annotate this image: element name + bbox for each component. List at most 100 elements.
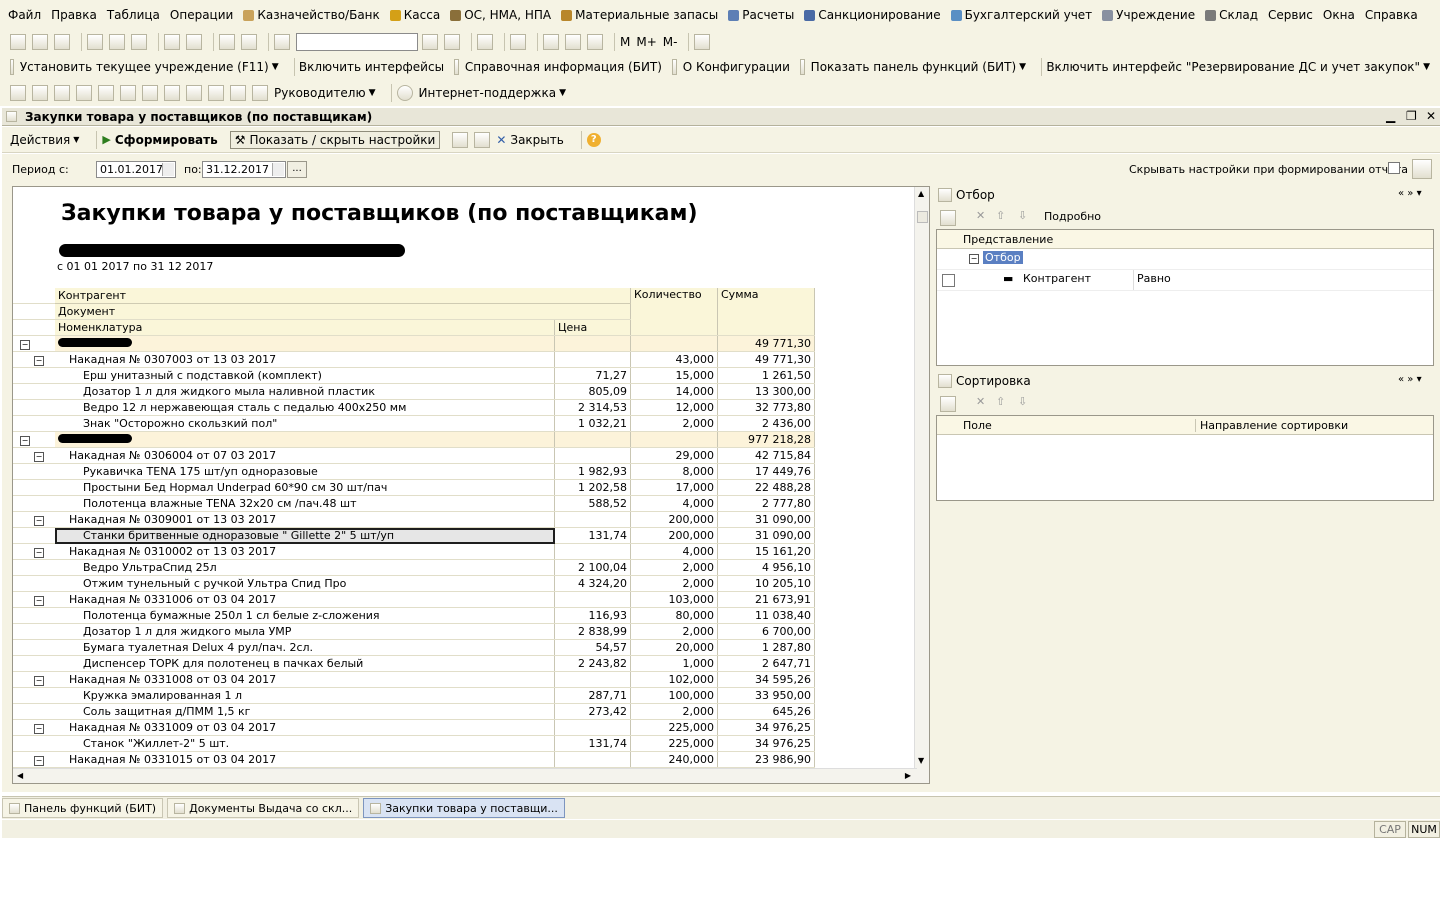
- cell-sum[interactable]: 11 038,40: [717, 607, 815, 624]
- cell-name[interactable]: Станок "Жиллет-2" 5 шт.: [55, 735, 555, 752]
- cell-sum[interactable]: 21 673,91: [717, 591, 815, 608]
- report-spreadsheet[interactable]: Закупки товара у поставщиков (по поставщ…: [12, 186, 930, 784]
- cell-name[interactable]: Рукавичка TENA 175 шт/уп одноразовые: [55, 463, 555, 480]
- cell-price[interactable]: 131,74: [554, 735, 631, 752]
- table-row[interactable]: Ерш унитазный с подставкой (комплект)71,…: [13, 784, 815, 785]
- table-row[interactable]: − 49 771,30: [13, 335, 815, 352]
- cell-sum[interactable]: 34 595,26: [717, 671, 815, 688]
- table-row[interactable]: Дозатор 1 л для жидкого мыла УМР 2 838,99…: [13, 623, 815, 640]
- cell-quantity[interactable]: 200,000: [630, 511, 718, 528]
- toggle-settings-button[interactable]: ⚒ Показать / скрыть настройки: [229, 130, 441, 149]
- cell-sum[interactable]: 4 956,10: [717, 559, 815, 576]
- cell-sum[interactable]: 2 436,00: [717, 415, 815, 432]
- cell-sum[interactable]: 977 218,28: [717, 431, 815, 448]
- move-down-icon[interactable]: ⇩: [1018, 395, 1027, 408]
- cell-sum[interactable]: 31 090,00: [717, 511, 815, 528]
- cell-quantity[interactable]: 2,000: [630, 623, 718, 640]
- cell-price[interactable]: 1 202,58: [554, 479, 631, 496]
- minimize-icon[interactable]: ▁: [1386, 109, 1395, 123]
- print-icon[interactable]: [164, 34, 180, 50]
- cell-price[interactable]: [554, 335, 631, 352]
- cell-sum[interactable]: 49 771,30: [717, 351, 815, 368]
- cell-quantity[interactable]: 100,000: [630, 687, 718, 704]
- report-icon[interactable]: [98, 85, 114, 101]
- preview-icon[interactable]: [186, 34, 202, 50]
- help-icon[interactable]: ?: [586, 132, 601, 147]
- cell-sum[interactable]: 31 090,00: [717, 527, 815, 544]
- print-icon[interactable]: [452, 131, 469, 148]
- cell-sum[interactable]: 6 700,00: [717, 623, 815, 640]
- report-icon[interactable]: [208, 85, 224, 101]
- cell-quantity[interactable]: 17,000: [630, 479, 718, 496]
- cell-quantity[interactable]: [630, 335, 718, 352]
- report-icon[interactable]: [120, 85, 136, 101]
- cell-quantity[interactable]: 2,000: [630, 703, 718, 720]
- cell-quantity[interactable]: 8,000: [630, 463, 718, 480]
- menu-item-7[interactable]: Материальные запасы: [561, 8, 718, 22]
- cell-name[interactable]: Ерш унитазный с подставкой (комплект): [55, 784, 555, 785]
- cell-sum[interactable]: 645,26: [717, 703, 815, 720]
- calculator-icon[interactable]: [543, 34, 559, 50]
- info-icon[interactable]: [510, 34, 526, 50]
- cell-price[interactable]: 805,09: [554, 383, 631, 400]
- filter-item-row[interactable]: ▬ Контрагент Равно: [937, 270, 1433, 291]
- table-row[interactable]: Отжим тунельный с ручкой Ультра Спид Про…: [13, 575, 815, 592]
- cell-price[interactable]: 2 100,04: [554, 559, 631, 576]
- menu-item-6[interactable]: ОС, НМА, НПА: [450, 8, 551, 22]
- menu-item-14[interactable]: Окна: [1323, 8, 1355, 22]
- cell-name[interactable]: Накадная № 0307003 от 13 03 2017: [55, 351, 555, 368]
- set-org-button[interactable]: Установить текущее учреждение (F11): [20, 60, 269, 74]
- menu-item-5[interactable]: Касса: [389, 8, 440, 22]
- cell-price[interactable]: 71,27: [555, 784, 631, 785]
- cell-sum[interactable]: 15 161,20: [717, 543, 815, 560]
- cell-quantity[interactable]: 14,000: [630, 383, 718, 400]
- generate-button[interactable]: ▶ Сформировать: [102, 133, 217, 147]
- collapse-tree-icon[interactable]: −: [969, 254, 979, 264]
- collapse-tree-icon[interactable]: −: [34, 724, 44, 734]
- cell-price[interactable]: 1 982,93: [554, 463, 631, 480]
- cell-quantity[interactable]: 15,000: [630, 367, 718, 384]
- collapse-icon[interactable]: « » ▾: [1398, 188, 1422, 199]
- cell-quantity[interactable]: 80,000: [630, 607, 718, 624]
- cell-price[interactable]: [554, 351, 631, 368]
- cell-name[interactable]: Накадная № 0309001 от 13 03 2017: [55, 511, 555, 528]
- collapse-tree-icon[interactable]: −: [34, 756, 44, 766]
- add-icon[interactable]: [940, 396, 956, 412]
- table-row[interactable]: Полотенца влажные TENA 32х20 см /пач.48 …: [13, 495, 815, 512]
- m-button[interactable]: M: [620, 35, 630, 49]
- menu-item-13[interactable]: Сервис: [1268, 8, 1313, 22]
- window-icon[interactable]: [477, 34, 493, 50]
- cell-quantity[interactable]: 225,000: [630, 719, 718, 736]
- filter-item-checkbox[interactable]: [942, 274, 955, 287]
- cell-price[interactable]: 1 032,21: [554, 415, 631, 432]
- cell-name[interactable]: Простыни Бед Нормал Underpad 60*90 см 30…: [55, 479, 555, 496]
- save-icon[interactable]: [54, 34, 70, 50]
- cell-quantity[interactable]: 4,000: [630, 543, 718, 560]
- cell-quantity[interactable]: 102,000: [630, 671, 718, 688]
- cell-price[interactable]: [554, 447, 631, 464]
- cell-sum[interactable]: 1 261,50: [718, 784, 815, 785]
- cell-name[interactable]: [55, 335, 555, 352]
- cell-sum[interactable]: 17 449,76: [717, 463, 815, 480]
- cell-sum[interactable]: 49 771,30: [717, 335, 815, 352]
- cell-sum[interactable]: 13 300,00: [717, 383, 815, 400]
- menu-item-10[interactable]: Бухгалтерский учет: [950, 8, 1092, 22]
- scroll-right-icon[interactable]: ▶: [905, 771, 911, 780]
- sort-grid[interactable]: Поле Направление сортировки: [936, 415, 1434, 501]
- collapse-tree-icon[interactable]: −: [20, 340, 30, 350]
- report-icon[interactable]: [10, 85, 26, 101]
- collapse-tree-icon[interactable]: −: [34, 596, 44, 606]
- report-icon[interactable]: [76, 85, 92, 101]
- menu-item-11[interactable]: Учреждение: [1102, 8, 1195, 22]
- cell-quantity[interactable]: 240,000: [630, 751, 718, 768]
- cell-price[interactable]: 54,57: [554, 639, 631, 656]
- table-row[interactable]: Станки бритвенные одноразовые " Gillette…: [13, 527, 815, 544]
- cell-sum[interactable]: 2 647,71: [717, 655, 815, 672]
- table-row[interactable]: Соль защитная д/ПММ 1,5 кг 273,42 2,000 645…: [13, 703, 815, 720]
- table-row[interactable]: Ерш унитазный с подставкой (комплект)71,…: [13, 367, 815, 384]
- cell-sum[interactable]: 1 261,50: [717, 367, 815, 384]
- scroll-thumb[interactable]: [917, 211, 928, 223]
- cell-name[interactable]: Накадная № 0331006 от 03 04 2017: [55, 591, 555, 608]
- close-icon[interactable]: ✕: [1426, 109, 1436, 123]
- cell-price[interactable]: [554, 751, 631, 768]
